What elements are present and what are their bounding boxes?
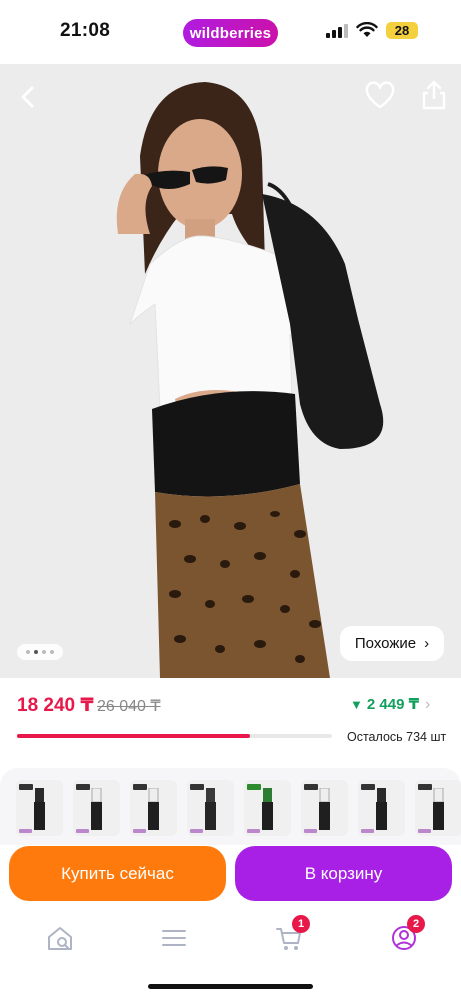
down-arrow-icon: ▼ [350, 696, 363, 712]
brand-pill: wildberries [183, 19, 278, 47]
share-icon[interactable] [418, 78, 450, 112]
similar-label: Похожие [354, 635, 417, 652]
thumbnail[interactable] [16, 780, 63, 836]
nav-profile[interactable]: 2 [389, 915, 425, 953]
nav-catalog[interactable] [159, 923, 189, 953]
carousel-indicator [17, 644, 63, 660]
old-price: 26 040 ₸ [97, 698, 161, 715]
status-time: 21:08 [60, 20, 111, 41]
product-photo[interactable] [0, 64, 461, 678]
stock-progress-fill [17, 734, 251, 738]
thumbnail-strip[interactable] [0, 768, 461, 845]
bottom-nav: 1 2 [0, 907, 461, 999]
battery-indicator: 28 [386, 22, 418, 39]
chevron-right-icon[interactable]: › [425, 696, 430, 714]
purchase-actions: Купить сейчас В корзину [0, 845, 461, 907]
add-to-cart-button[interactable]: В корзину [235, 846, 452, 901]
buy-now-button[interactable]: Купить сейчас [9, 846, 226, 901]
current-price: 18 240 ₸ [17, 695, 94, 716]
thumbnail[interactable] [358, 780, 405, 836]
thumbnail[interactable] [73, 780, 120, 836]
home-search-icon [48, 927, 72, 950]
nav-cart[interactable]: 1 [274, 915, 310, 953]
back-chevron-icon[interactable] [12, 80, 46, 114]
home-indicator [148, 984, 313, 989]
thumbnail[interactable] [244, 780, 291, 836]
heart-icon[interactable] [364, 80, 396, 112]
wallet-price[interactable]: ▼ 2 449 ₸ [350, 695, 419, 713]
carousel-dot [50, 650, 54, 654]
cellular-signal-icon [326, 24, 348, 38]
cart-badge: 1 [292, 915, 310, 933]
profile-badge: 2 [407, 915, 425, 933]
stock-progress-bar [17, 734, 332, 738]
nav-home[interactable] [45, 923, 75, 953]
chevron-right-icon: › [424, 635, 430, 652]
stock-remaining: Осталось 734 шт [347, 730, 447, 744]
thumbnail[interactable] [301, 780, 348, 836]
wifi-icon [356, 22, 378, 37]
thumbnail[interactable] [130, 780, 177, 836]
thumbnail[interactable] [187, 780, 234, 836]
wallet-price-value: 2 449 ₸ [366, 696, 420, 713]
product-hero[interactable]: Похожие › [0, 64, 461, 678]
similar-button[interactable]: Похожие › [340, 626, 444, 661]
carousel-dot-active [34, 650, 38, 654]
carousel-dot [26, 650, 30, 654]
status-bar: 21:08 wildberries 28 [0, 0, 461, 64]
carousel-dot [42, 650, 46, 654]
catalog-menu-icon [162, 930, 186, 946]
price-block: 18 240 ₸ 26 040 ₸ ▼ 2 449 ₸ › Осталось 7… [0, 678, 461, 768]
thumbnail[interactable] [415, 780, 461, 836]
